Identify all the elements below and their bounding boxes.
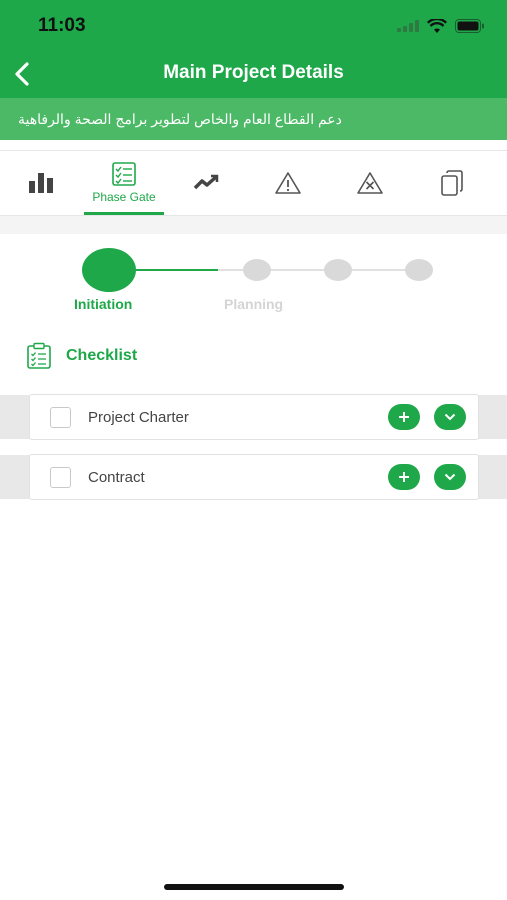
plus-icon bbox=[399, 412, 409, 422]
tab-phase-gate[interactable]: Phase Gate bbox=[83, 151, 165, 215]
tab-risks[interactable] bbox=[247, 151, 329, 215]
checklist-header: Checklist bbox=[26, 342, 137, 370]
checklist-icon bbox=[112, 162, 136, 186]
expand-button[interactable] bbox=[434, 464, 466, 490]
signal-icon bbox=[397, 20, 419, 32]
step-connector bbox=[136, 269, 218, 271]
status-time: 11:03 bbox=[38, 15, 86, 36]
app-header: 11:03 Main Project Details bbox=[0, 0, 507, 98]
tab-issues[interactable] bbox=[329, 151, 411, 215]
warning-icon bbox=[275, 172, 301, 194]
tab-bar: Phase Gate bbox=[0, 150, 507, 216]
clipboard-icon bbox=[27, 342, 51, 369]
tab-trend[interactable] bbox=[165, 151, 247, 215]
project-name-bar: دعم القطاع العام والخاص لتطوير برامج الص… bbox=[0, 98, 507, 140]
add-button[interactable] bbox=[388, 464, 420, 490]
list-item: Contract bbox=[29, 454, 479, 500]
step-dot-planning[interactable] bbox=[243, 259, 271, 281]
expand-button[interactable] bbox=[434, 404, 466, 430]
bar-chart-icon bbox=[29, 173, 53, 193]
wifi-icon bbox=[427, 18, 447, 33]
step-dot-initiation[interactable] bbox=[82, 248, 136, 292]
step-label-initiation: Initiation bbox=[74, 296, 133, 312]
trend-icon bbox=[193, 174, 219, 190]
step-dot-3[interactable] bbox=[324, 259, 352, 281]
home-indicator bbox=[164, 884, 344, 890]
tab-label: Phase Gate bbox=[92, 190, 156, 204]
plus-icon bbox=[399, 472, 409, 482]
tab-dashboard[interactable] bbox=[0, 151, 82, 215]
battery-icon bbox=[455, 19, 484, 33]
status-icons bbox=[397, 15, 485, 37]
phase-stepper: Initiation Planning bbox=[0, 240, 507, 320]
step-dot-4[interactable] bbox=[405, 259, 433, 281]
list-item: Project Charter bbox=[29, 394, 479, 440]
add-button[interactable] bbox=[388, 404, 420, 430]
page-title: Main Project Details bbox=[163, 62, 344, 83]
copy-icon bbox=[441, 170, 463, 196]
chevron-down-icon bbox=[444, 473, 456, 481]
step-label-planning: Planning bbox=[224, 296, 284, 312]
project-name: دعم القطاع العام والخاص لتطوير برامج الص… bbox=[18, 110, 342, 127]
list-item-label: Project Charter bbox=[88, 409, 189, 426]
tab-documents[interactable] bbox=[411, 151, 493, 215]
section-divider bbox=[0, 216, 507, 234]
checkbox[interactable] bbox=[50, 407, 71, 428]
checklist-title: Checklist bbox=[66, 347, 138, 364]
issue-icon bbox=[357, 172, 383, 194]
checkbox[interactable] bbox=[50, 467, 71, 488]
list-item-label: Contract bbox=[88, 469, 145, 486]
chevron-down-icon bbox=[444, 413, 456, 421]
